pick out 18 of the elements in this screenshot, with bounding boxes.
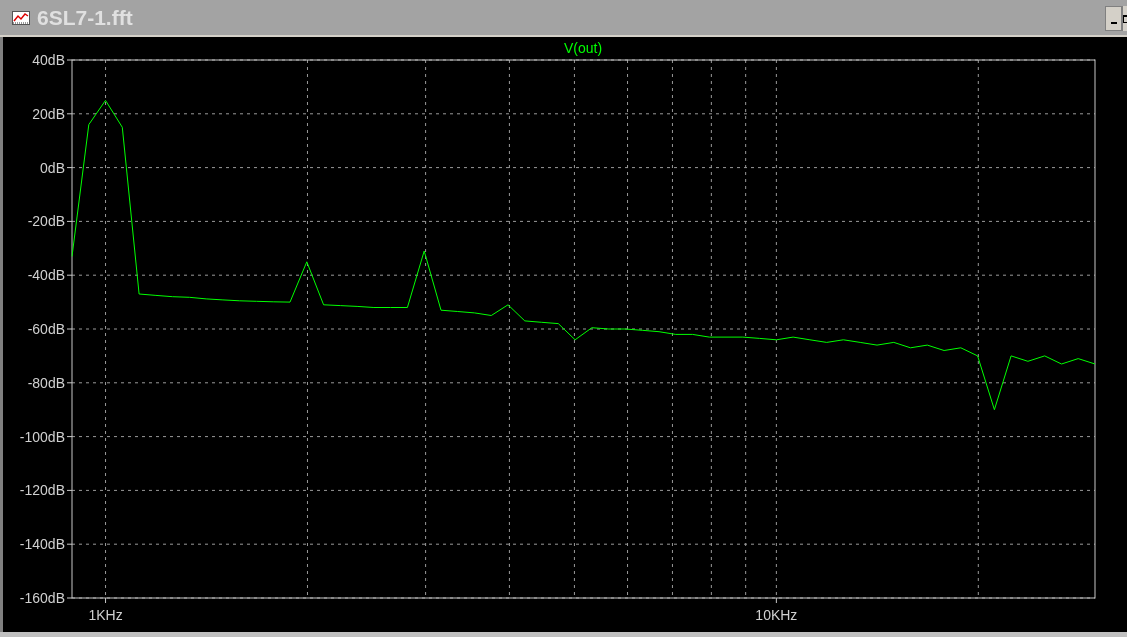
x-axis-label: 10KHz (755, 607, 798, 623)
window-title: 6SL7-1.fft (37, 4, 133, 31)
y-axis-label: -40dB (27, 267, 65, 284)
y-axis-label: -160dB (19, 590, 65, 606)
maximize-button[interactable] (1122, 6, 1127, 31)
y-axis-label: -100dB (19, 428, 65, 445)
trace-title: V(out) (563, 40, 603, 56)
y-axis-label: -60dB (27, 321, 65, 337)
y-axis-label: -80dB (27, 374, 65, 391)
y-axis-label: 0dB (40, 159, 65, 176)
minimize-button[interactable] (1105, 6, 1122, 31)
y-axis-label: 40dB (32, 52, 65, 68)
chart-icon (12, 10, 30, 25)
y-axis-label: -120dB (19, 482, 65, 499)
y-axis-label: -20dB (27, 213, 65, 230)
y-axis-label: 20dB (32, 105, 65, 122)
x-axis-label: 1KHz (88, 607, 123, 623)
y-axis-label: -140dB (19, 536, 65, 553)
